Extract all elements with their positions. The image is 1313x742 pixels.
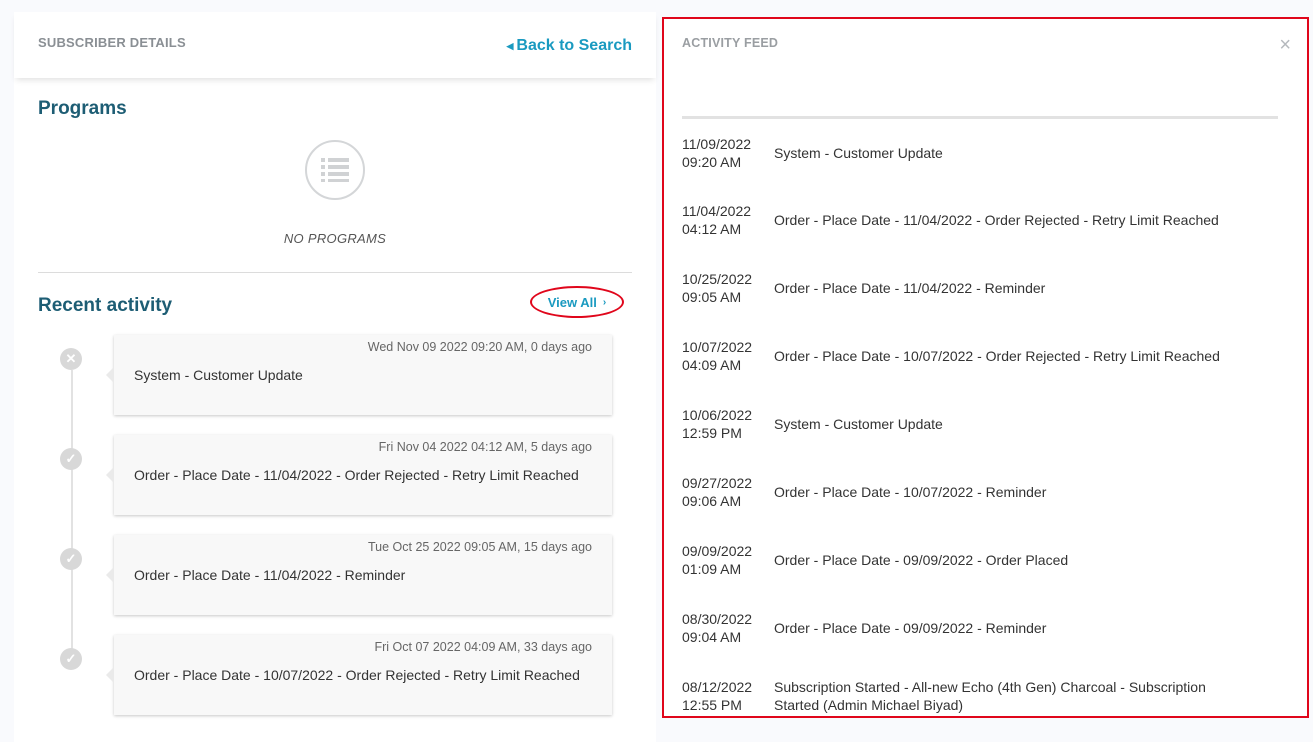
activity-card: Wed Nov 09 2022 09:20 AM, 0 days ago Sys…: [106, 335, 612, 415]
feed-date-day: 08/12/2022: [682, 679, 753, 695]
feed-date-time: 09:05 AM: [682, 289, 742, 305]
page: SUBSCRIBER DETAILS ◀ Back to Search Prog…: [0, 0, 1313, 742]
activity-text: System - Customer Update: [134, 367, 303, 383]
feed-date-time: 12:55 PM: [682, 697, 742, 713]
feed-date: 11/09/2022 09:20 AM: [682, 135, 772, 171]
feed-description: Order - Place Date - 10/07/2022 - Order …: [774, 348, 1220, 364]
feed-date-day: 11/04/2022: [682, 203, 752, 219]
view-all-button[interactable]: View All ›: [530, 286, 624, 318]
feed-description: Order - Place Date - 09/09/2022 - Remind…: [774, 620, 1047, 636]
back-to-search-label: Back to Search: [516, 37, 632, 54]
feed-divider: [682, 116, 1278, 119]
recent-activity-title: Recent activity: [38, 295, 173, 316]
activity-card: Tue Oct 25 2022 09:05 AM, 15 days ago Or…: [106, 535, 612, 615]
check-circle-icon: ✓: [60, 448, 82, 470]
chevron-right-icon: ›: [602, 296, 607, 308]
feed-description: Order - Place Date - 11/04/2022 - Order …: [774, 212, 1219, 228]
activity-time: Fri Nov 04 2022 04:12 AM, 5 days ago: [378, 440, 592, 454]
feed-date-day: 10/07/2022: [682, 339, 753, 355]
feed-date: 10/06/2022 12:59 PM: [682, 406, 772, 442]
subscriber-details-title: SUBSCRIBER DETAILS: [38, 35, 186, 50]
feed-date-time: 12:59 PM: [682, 425, 742, 441]
activity-feed-panel: ACTIVITY FEED × 11/09/2022 09:20 AM Syste…: [662, 17, 1309, 718]
feed-date: 11/04/2022 04:12 AM: [682, 202, 772, 238]
feed-date: 09/09/2022 01:09 AM: [682, 542, 772, 578]
feed-date-day: 10/06/2022: [682, 407, 753, 423]
feed-date-time: 04:12 AM: [682, 221, 742, 237]
feed-date-day: 09/09/2022: [682, 543, 753, 559]
subscriber-details-header: SUBSCRIBER DETAILS ◀ Back to Search: [14, 12, 656, 78]
close-circle-icon: ✕: [60, 348, 82, 370]
feed-description: Order - Place Date - 11/04/2022 - Remind…: [774, 280, 1046, 296]
activity-feed-title: ACTIVITY FEED: [682, 36, 779, 50]
chevron-left-icon: ◀: [506, 40, 514, 51]
feed-date-time: 01:09 AM: [682, 561, 742, 577]
activity-time: Fri Oct 07 2022 04:09 AM, 33 days ago: [374, 640, 593, 654]
feed-description: Order - Place Date - 09/09/2022 - Order …: [774, 552, 1069, 568]
feed-date-day: 08/30/2022: [682, 611, 753, 627]
activity-text: Order - Place Date - 10/07/2022 - Order …: [134, 667, 580, 683]
activity-card: Fri Nov 04 2022 04:12 AM, 5 days ago Ord…: [106, 435, 612, 515]
section-divider: [38, 272, 632, 273]
feed-date-time: 09:20 AM: [682, 154, 742, 170]
feed-date: 08/30/2022 09:04 AM: [682, 610, 772, 646]
check-circle-icon: ✓: [60, 648, 82, 670]
activity-time: Wed Nov 09 2022 09:20 AM, 0 days ago: [367, 340, 592, 354]
feed-description: Order - Place Date - 10/07/2022 - Remind…: [774, 484, 1047, 500]
close-icon[interactable]: ×: [1279, 35, 1291, 55]
feed-date: 10/07/2022 04:09 AM: [682, 338, 772, 374]
feed-date: 10/25/2022 09:05 AM: [682, 270, 772, 306]
feed-date-day: 11/09/2022: [682, 136, 752, 152]
feed-date-day: 09/27/2022: [682, 475, 753, 491]
check-circle-icon: ✓: [60, 548, 82, 570]
feed-date-time: 09:04 AM: [682, 629, 742, 645]
activity-text: Order - Place Date - 11/04/2022 - Order …: [134, 467, 579, 483]
list-icon: [305, 140, 365, 200]
feed-date-day: 10/25/2022: [682, 271, 753, 287]
feed-date: 09/27/2022 09:06 AM: [682, 474, 772, 510]
subscriber-details-panel: SUBSCRIBER DETAILS ◀ Back to Search Prog…: [14, 12, 656, 742]
view-all-label: View All: [547, 294, 597, 310]
activity-time: Tue Oct 25 2022 09:05 AM, 15 days ago: [368, 540, 592, 554]
programs-title: Programs: [38, 98, 127, 119]
feed-description: Subscription Started - All-new Echo (4th…: [774, 679, 1206, 713]
feed-description: System - Customer Update: [774, 145, 943, 161]
feed-date-time: 09:06 AM: [682, 493, 742, 509]
activity-card: Fri Oct 07 2022 04:09 AM, 33 days ago Or…: [106, 635, 612, 715]
feed-date: 08/12/2022 12:55 PM: [682, 678, 772, 714]
back-to-search-link[interactable]: ◀ Back to Search: [506, 37, 632, 55]
feed-description: System - Customer Update: [774, 416, 943, 432]
timeline-line: [71, 370, 73, 660]
activity-text: Order - Place Date - 11/04/2022 - Remind…: [134, 567, 406, 583]
no-programs-text: NO PROGRAMS: [283, 231, 387, 246]
feed-date-time: 04:09 AM: [682, 357, 742, 373]
